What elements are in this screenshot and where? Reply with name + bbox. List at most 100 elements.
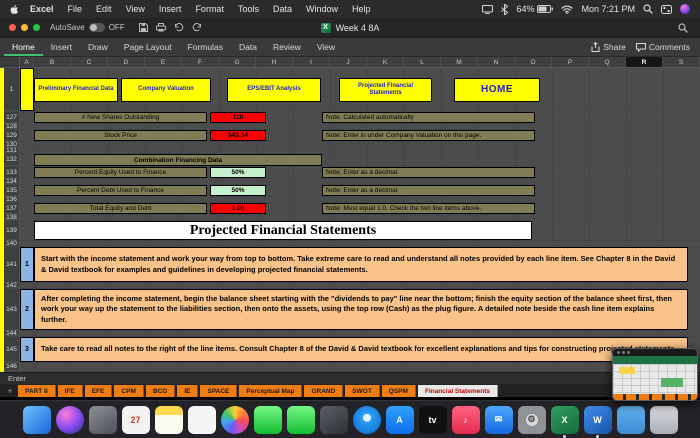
ribbon-tab-formulas[interactable]: Formulas bbox=[180, 38, 231, 56]
dock-icon-notes[interactable] bbox=[154, 405, 183, 434]
pip-window[interactable] bbox=[612, 348, 698, 401]
nav-button-company-valuation[interactable]: Company Valuation bbox=[121, 78, 211, 102]
dock-icon-launchpad[interactable] bbox=[88, 405, 117, 434]
dock-icon-safari[interactable] bbox=[352, 405, 381, 434]
column-header-b[interactable]: B bbox=[34, 57, 71, 67]
cell-value-135[interactable]: 50% bbox=[210, 185, 266, 196]
row-header-142[interactable]: 142 bbox=[4, 282, 20, 289]
cell-value-127[interactable]: 110 bbox=[210, 112, 266, 123]
dock-icon-photos[interactable] bbox=[220, 405, 249, 434]
ribbon-tab-data[interactable]: Data bbox=[231, 38, 265, 56]
row-header-145[interactable]: 145 bbox=[4, 337, 20, 362]
redo-icon[interactable] bbox=[192, 23, 202, 32]
select-all-corner[interactable] bbox=[0, 57, 20, 67]
wifi-icon[interactable] bbox=[561, 5, 574, 14]
row-header-137[interactable]: 137 bbox=[4, 203, 20, 214]
cell-value-133[interactable]: 50% bbox=[210, 167, 266, 178]
column-header-n[interactable]: N bbox=[478, 57, 515, 67]
instruction-text-3[interactable]: Take care to read all notes to the right… bbox=[34, 337, 688, 362]
ribbon-tab-page-layout[interactable]: Page Layout bbox=[116, 38, 180, 56]
dock-icon-app-store[interactable]: A bbox=[385, 405, 414, 434]
sheet-tab-grand[interactable]: GRAND bbox=[304, 385, 344, 397]
column-header-e[interactable]: E bbox=[145, 57, 182, 67]
titlebar-search-icon[interactable] bbox=[678, 22, 700, 33]
dock-icon-camera[interactable] bbox=[319, 405, 348, 434]
sheet-tab-bcg[interactable]: BCG bbox=[145, 385, 176, 397]
column-header-s[interactable]: S bbox=[663, 57, 700, 67]
dock-icon-mail[interactable]: ✉ bbox=[484, 405, 513, 434]
sheet-title-banner[interactable]: Projected Financial Statements bbox=[34, 221, 532, 240]
column-header-q[interactable]: Q bbox=[589, 57, 626, 67]
dock-icon-trash[interactable] bbox=[649, 405, 678, 434]
bluetooth-icon[interactable] bbox=[501, 3, 509, 15]
dock-icon-facetime[interactable] bbox=[286, 405, 315, 434]
column-header-i[interactable]: I bbox=[293, 57, 330, 67]
row-header-138[interactable]: 138 bbox=[4, 214, 20, 221]
dock-icon-music[interactable]: ♪ bbox=[451, 405, 480, 434]
instruction-text-2[interactable]: After completing the income statement, b… bbox=[34, 289, 688, 330]
row-header-135[interactable]: 135 bbox=[4, 185, 20, 196]
column-header-c[interactable]: C bbox=[71, 57, 108, 67]
undo-icon[interactable] bbox=[174, 23, 184, 32]
comments-button[interactable]: Comments bbox=[635, 42, 690, 52]
zoom-window-button[interactable] bbox=[33, 24, 40, 31]
column-header-f[interactable]: F bbox=[182, 57, 219, 67]
column-header-p[interactable]: P bbox=[552, 57, 589, 67]
ribbon-tab-draw[interactable]: Draw bbox=[80, 38, 116, 56]
ribbon-tab-view[interactable]: View bbox=[309, 38, 343, 56]
row-header-1[interactable]: 1 bbox=[4, 68, 20, 111]
sheet-tab-part-ii[interactable]: PART II bbox=[18, 385, 56, 397]
sheet-tab-space[interactable]: SPACE bbox=[200, 385, 238, 397]
nav-button-eps-ebit-analysis[interactable]: EPS/EBIT Analysis bbox=[227, 78, 321, 102]
instruction-text-1[interactable]: Start with the income statement and work… bbox=[34, 247, 688, 282]
instruction-marker-1[interactable]: 1 bbox=[20, 247, 34, 282]
print-icon[interactable] bbox=[155, 23, 166, 32]
siri-icon[interactable] bbox=[680, 4, 690, 14]
column-header-r[interactable]: R bbox=[626, 57, 663, 67]
save-icon[interactable] bbox=[138, 23, 148, 32]
control-center-icon[interactable] bbox=[661, 4, 672, 14]
cell-value-129[interactable]: $43.54 bbox=[210, 130, 266, 141]
add-sheet-button[interactable]: + bbox=[4, 384, 16, 397]
sheet-tab-qspm[interactable]: QSPM bbox=[381, 385, 416, 397]
ribbon-tab-review[interactable]: Review bbox=[265, 38, 309, 56]
cell-value-137[interactable]: 1.00 bbox=[210, 203, 266, 214]
ribbon-tab-insert[interactable]: Insert bbox=[43, 38, 80, 56]
menu-data[interactable]: Data bbox=[266, 4, 299, 14]
row-header-134[interactable]: 134 bbox=[4, 178, 20, 185]
dock-icon-system-preferences[interactable]: ⚙ bbox=[517, 405, 546, 434]
share-button[interactable]: Share bbox=[591, 42, 626, 52]
row-header-132[interactable]: 132 bbox=[4, 154, 20, 166]
cell-a1[interactable] bbox=[20, 68, 34, 111]
menu-format[interactable]: Format bbox=[188, 4, 231, 14]
dock-icon-apple-tv[interactable]: tv bbox=[418, 405, 447, 434]
nav-button-projected-financial-statements[interactable]: Projected Financial Statements bbox=[339, 78, 432, 102]
instruction-marker-2[interactable]: 2 bbox=[20, 289, 34, 330]
row-header-129[interactable]: 129 bbox=[4, 130, 20, 141]
sheet-tab-ie[interactable]: IE bbox=[177, 385, 199, 397]
cell-label-133[interactable]: Percent Equity Used to Finance bbox=[34, 167, 207, 178]
sheet-tab-swot[interactable]: SWOT bbox=[345, 385, 380, 397]
menu-help[interactable]: Help bbox=[345, 4, 378, 14]
section-header-combination-financing-data[interactable]: Combination Financing Data bbox=[34, 154, 322, 166]
dock-icon-finder[interactable] bbox=[22, 405, 51, 434]
menu-insert[interactable]: Insert bbox=[152, 4, 189, 14]
row-header-141[interactable]: 141 bbox=[4, 247, 20, 282]
display-icon[interactable] bbox=[482, 4, 494, 14]
menu-window[interactable]: Window bbox=[299, 4, 345, 14]
nav-button-home[interactable]: HOME bbox=[454, 78, 540, 102]
dock-icon-folder[interactable] bbox=[616, 405, 645, 434]
sheet-tab-financial-statements[interactable]: Financial Statements bbox=[417, 385, 498, 397]
cell-note-129[interactable]: Note: Enter in under Company Valuation o… bbox=[322, 130, 535, 141]
row-header-139[interactable]: 139 bbox=[4, 221, 20, 240]
sheet-tab-ife[interactable]: IFE bbox=[57, 385, 83, 397]
row-header-133[interactable]: 133 bbox=[4, 167, 20, 178]
sheet-tab-efe[interactable]: EFE bbox=[84, 385, 113, 397]
menu-tools[interactable]: Tools bbox=[231, 4, 266, 14]
menu-bar-clock[interactable]: Mon 7:21 PM bbox=[581, 4, 635, 14]
menu-file[interactable]: File bbox=[61, 4, 90, 14]
sheet-tab-perceptual-map[interactable]: Perceptual Map bbox=[239, 385, 303, 397]
dock-icon-calendar[interactable]: 27 bbox=[121, 405, 150, 434]
menu-edit[interactable]: Edit bbox=[89, 4, 119, 14]
autosave-toggle[interactable] bbox=[88, 23, 105, 32]
